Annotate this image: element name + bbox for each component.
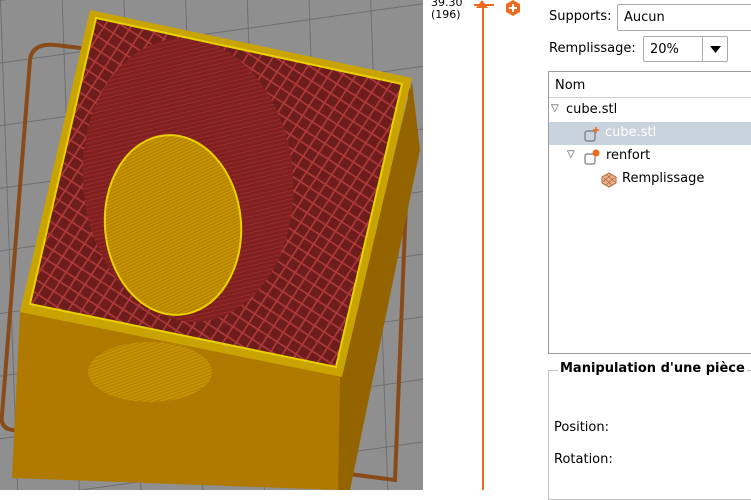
object-manipulation-group	[548, 370, 751, 500]
infill-label: Remplissage:	[549, 41, 636, 56]
modifier-icon	[584, 149, 600, 165]
cog-edit-icon[interactable]	[505, 0, 521, 16]
tree-item-label: renfort	[606, 148, 651, 163]
tree-row-object[interactable]: ▽ cube.stl	[549, 99, 751, 122]
layer-slider-panel: 39.30 (196)	[423, 0, 528, 490]
infill-select-value: 20%	[650, 42, 679, 57]
position-label: Position:	[554, 420, 609, 435]
object-manipulation-title: Manipulation d'une pièce	[558, 361, 747, 376]
expand-arrow-icon[interactable]: ▽	[567, 149, 575, 160]
tree-row-settings[interactable]: Remplissage	[549, 168, 751, 191]
supports-label: Supports:	[549, 9, 612, 24]
supports-select[interactable]: Aucun	[617, 4, 751, 31]
object-list-header[interactable]: Nom	[549, 72, 751, 98]
tree-item-label: cube.stl	[605, 125, 657, 140]
tree-item-label: cube.stl	[566, 102, 618, 117]
chevron-down-icon	[710, 46, 721, 53]
layer-number-value: (196)	[431, 8, 461, 21]
layer-slider-thumb[interactable]	[476, 0, 488, 8]
infill-icon	[601, 172, 617, 188]
tree-row-modifier[interactable]: ▽ renfort	[549, 145, 751, 168]
infill-dropdown-button[interactable]	[702, 37, 727, 61]
layer-height-value: 39.30	[431, 0, 463, 9]
layer-slider-track[interactable]	[482, 4, 484, 490]
object-list[interactable]: Nom ▽ cube.stl cube.stl ▽ renfort Rempli…	[548, 71, 751, 354]
tree-row-volume[interactable]: cube.stl	[549, 122, 751, 145]
expand-arrow-icon[interactable]: ▽	[551, 103, 559, 114]
tree-item-label: Remplissage	[622, 171, 705, 186]
infill-select[interactable]: 20%	[643, 36, 728, 62]
rotation-label: Rotation:	[554, 452, 613, 467]
name-column-header: Nom	[555, 78, 586, 93]
add-part-icon	[584, 127, 599, 142]
sliced-cube-preview	[0, 0, 423, 490]
supports-select-value: Aucun	[624, 10, 665, 25]
3d-preview-viewport[interactable]	[0, 0, 423, 490]
